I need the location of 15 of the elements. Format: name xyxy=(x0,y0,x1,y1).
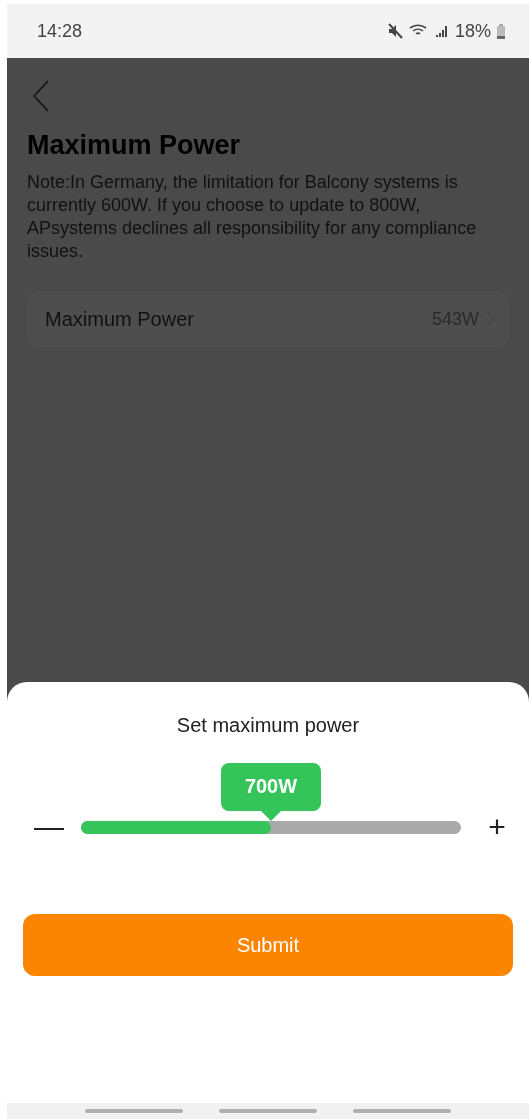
page-title: Maximum Power xyxy=(27,130,242,161)
back-icon[interactable] xyxy=(33,80,49,112)
setting-label: Maximum Power xyxy=(45,307,195,331)
note-text: Note:In Germany, the limitation for Balcony systems is currently 600W. If you choose to update to 800W, APsystems declines all responsibility for any compliance issues. xyxy=(27,171,478,263)
value-tooltip: 700W xyxy=(221,762,321,821)
status-time: 14:28 xyxy=(37,20,84,42)
signal-icon xyxy=(434,24,449,38)
increase-button[interactable]: + xyxy=(477,812,517,842)
submit-button[interactable]: Submit xyxy=(23,914,513,976)
sheet-title: Set maximum power xyxy=(176,714,360,737)
decrease-button[interactable]: — xyxy=(29,812,69,842)
battery-percent: 18% xyxy=(454,20,491,42)
battery-icon xyxy=(497,23,505,39)
pointer-icon xyxy=(261,810,281,821)
mute-icon xyxy=(386,23,403,39)
